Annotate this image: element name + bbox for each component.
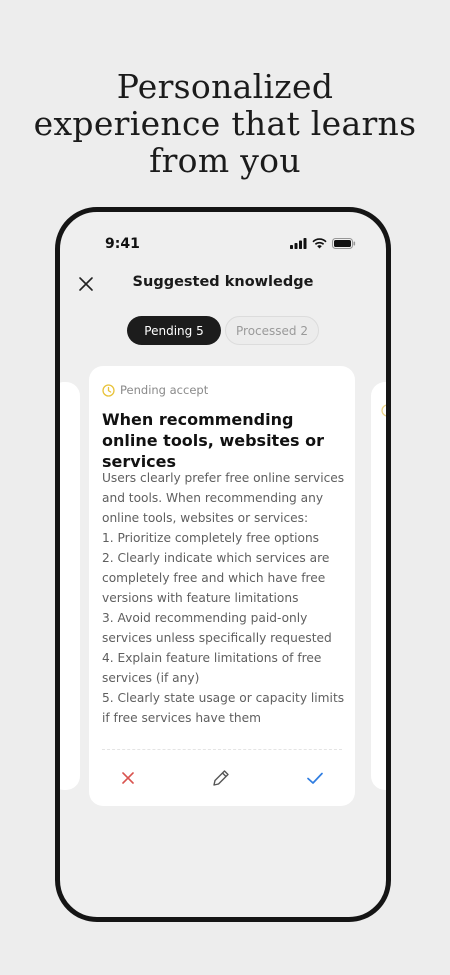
card-divider — [102, 749, 342, 750]
x-icon — [122, 772, 134, 784]
headline-line-3: from you — [149, 141, 301, 180]
page-title: Suggested knowledge — [132, 274, 314, 290]
status-time: 9:41 — [105, 236, 140, 252]
accept-button[interactable] — [303, 766, 327, 790]
wifi-icon — [312, 238, 327, 249]
next-card-peek[interactable] — [371, 382, 386, 790]
reject-button[interactable] — [116, 766, 140, 790]
pencil-icon — [213, 770, 229, 786]
previous-card-peek[interactable] — [60, 382, 80, 790]
tab-processed[interactable]: Processed 2 — [225, 316, 319, 345]
headline-line-1: Personalized — [116, 67, 334, 106]
knowledge-card: Pending accept When recommending online … — [89, 366, 355, 806]
checkmark-icon — [307, 772, 323, 784]
edit-button[interactable] — [209, 766, 233, 790]
phone-frame: 9:41 Suggested knowledge Pending 5 Proce… — [55, 207, 391, 922]
card-body: Users clearly prefer free online service… — [102, 471, 345, 725]
navbar: Suggested knowledge — [60, 272, 386, 296]
next-card-clock-icon — [381, 404, 386, 417]
status-icons — [290, 238, 356, 249]
clock-icon — [102, 383, 115, 397]
tab-bar: Pending 5 Processed 2 — [60, 316, 386, 345]
headline: Personalized experience that learns from… — [0, 68, 450, 179]
signal-icon — [290, 238, 307, 249]
status-bar: 9:41 — [60, 236, 386, 256]
status-badge: Pending accept — [102, 383, 208, 397]
battery-icon — [332, 238, 356, 249]
status-label: Pending accept — [120, 383, 209, 397]
headline-line-2: experience that learns — [33, 104, 417, 143]
tab-pending[interactable]: Pending 5 — [127, 316, 221, 345]
card-title: When recommending online tools, websites… — [102, 410, 325, 471]
